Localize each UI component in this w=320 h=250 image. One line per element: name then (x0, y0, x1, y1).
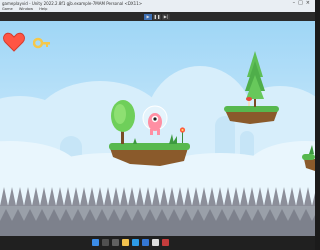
game-view[interactable] (0, 21, 315, 236)
floating-platform-upper (224, 106, 279, 124)
heart-icon (3, 32, 25, 52)
play-controls: ▶ ❚❚ ▶| (144, 13, 170, 20)
file-explorer-icon[interactable] (122, 239, 129, 246)
unity-icon[interactable] (152, 239, 159, 246)
title-bar: gameplayvid - Unity 2022.2.8f1 gjb.examp… (0, 0, 315, 7)
taskbar-icons (92, 239, 169, 246)
store-icon[interactable] (142, 239, 149, 246)
pause-icon: ❚❚ (153, 13, 161, 19)
search-icon[interactable] (102, 239, 109, 246)
windows-start-icon[interactable] (92, 239, 99, 246)
window-title: gameplayvid - Unity 2022.2.8f1 gjb.examp… (2, 1, 143, 6)
editor-toolbar: ▶ ❚❚ ▶| (0, 12, 315, 21)
browser-icon[interactable] (132, 239, 139, 246)
play-icon: ▶ (146, 13, 150, 19)
pause-button[interactable]: ❚❚ (153, 13, 161, 20)
step-button[interactable]: ▶| (162, 13, 170, 20)
menu-game[interactable]: Game (2, 7, 13, 11)
key-icon (33, 37, 50, 49)
window-controls: –□× (293, 0, 313, 7)
game-scene (0, 51, 315, 236)
play-button[interactable]: ▶ (144, 13, 152, 20)
taskbar (0, 236, 315, 250)
task-view-icon[interactable] (112, 239, 119, 246)
app-icon[interactable] (162, 239, 169, 246)
close-icon[interactable]: × (306, 0, 313, 6)
step-icon: ▶| (163, 13, 169, 19)
menu-help[interactable]: Help (39, 7, 47, 11)
menu-window[interactable]: Window (19, 7, 33, 11)
maximize-icon[interactable]: □ (298, 0, 306, 6)
